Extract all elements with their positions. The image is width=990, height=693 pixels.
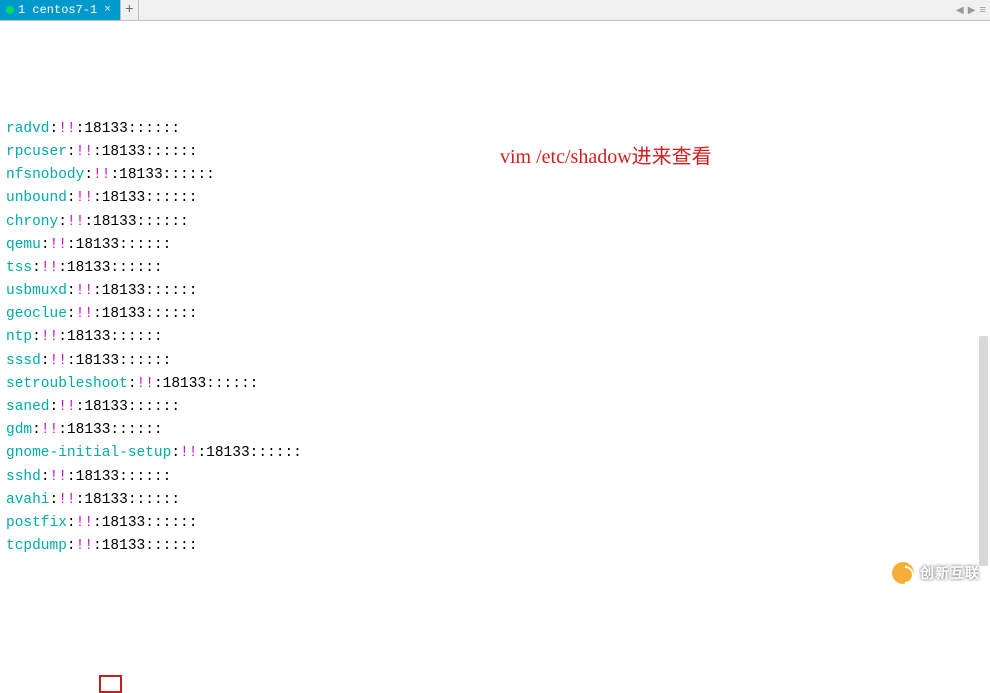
shadow-line: unbound:!!:18133:::::: bbox=[6, 187, 984, 210]
shadow-line: saned:!!:18133:::::: bbox=[6, 396, 984, 419]
watermark-icon bbox=[892, 562, 914, 584]
annotation-text: vim /etc/shadow进来查看 bbox=[500, 141, 712, 173]
status-dot-icon bbox=[6, 6, 14, 14]
shadow-line: gnome-initial-setup:!!:18133:::::: bbox=[6, 442, 984, 465]
shadow-file-content: radvd:!!:18133::::::rpcuser:!!:18133::::… bbox=[6, 118, 984, 559]
tab-label: 1 centos7-1 bbox=[18, 3, 97, 17]
watermark: 创新互联 bbox=[892, 562, 980, 584]
shadow-line: rpcuser:!!:18133:::::: bbox=[6, 141, 984, 164]
shadow-line: radvd:!!:18133:::::: bbox=[6, 118, 984, 141]
shadow-line: qemu:!!:18133:::::: bbox=[6, 234, 984, 257]
tab-close-icon[interactable]: × bbox=[101, 4, 114, 16]
tabbar-menu-icon[interactable]: ≡ bbox=[979, 5, 986, 17]
nav-right-icon[interactable]: ▶ bbox=[968, 5, 976, 17]
shadow-line: tss:!!:18133:::::: bbox=[6, 257, 984, 280]
terminal-tab[interactable]: 1 centos7-1 × bbox=[0, 0, 121, 20]
shadow-line: tcpdump:!!:18133:::::: bbox=[6, 535, 984, 558]
tabbar-nav: ◀ ▶ ≡ bbox=[956, 0, 986, 21]
add-tab-button[interactable]: + bbox=[121, 0, 139, 20]
tab-bar: 1 centos7-1 × + ◀ ▶ ≡ bbox=[0, 0, 990, 21]
shadow-line: avahi:!!:18133:::::: bbox=[6, 489, 984, 512]
scrollbar-thumb[interactable] bbox=[979, 336, 988, 566]
terminal-viewport[interactable]: vim /etc/shadow进来查看 radvd:!!:18133::::::… bbox=[0, 21, 990, 592]
shadow-line: gdm:!!:18133:::::: bbox=[6, 419, 984, 442]
shadow-line: usbmuxd:!!:18133:::::: bbox=[6, 280, 984, 303]
shadow-line: ntp:!!:18133:::::: bbox=[6, 326, 984, 349]
shadow-line: geoclue:!!:18133:::::: bbox=[6, 303, 984, 326]
shadow-line: sshd:!!:18133:::::: bbox=[6, 466, 984, 489]
shadow-line: postfix:!!:18133:::::: bbox=[6, 512, 984, 535]
shadow-line: nfsnobody:!!:18133:::::: bbox=[6, 164, 984, 187]
shadow-line: chrony:!!:18133:::::: bbox=[6, 211, 984, 234]
nav-left-icon[interactable]: ◀ bbox=[956, 5, 964, 17]
highlight-box bbox=[99, 675, 122, 693]
shadow-line: setroubleshoot:!!:18133:::::: bbox=[6, 373, 984, 396]
shadow-line: sssd:!!:18133:::::: bbox=[6, 350, 984, 373]
watermark-text: 创新互联 bbox=[920, 562, 980, 584]
